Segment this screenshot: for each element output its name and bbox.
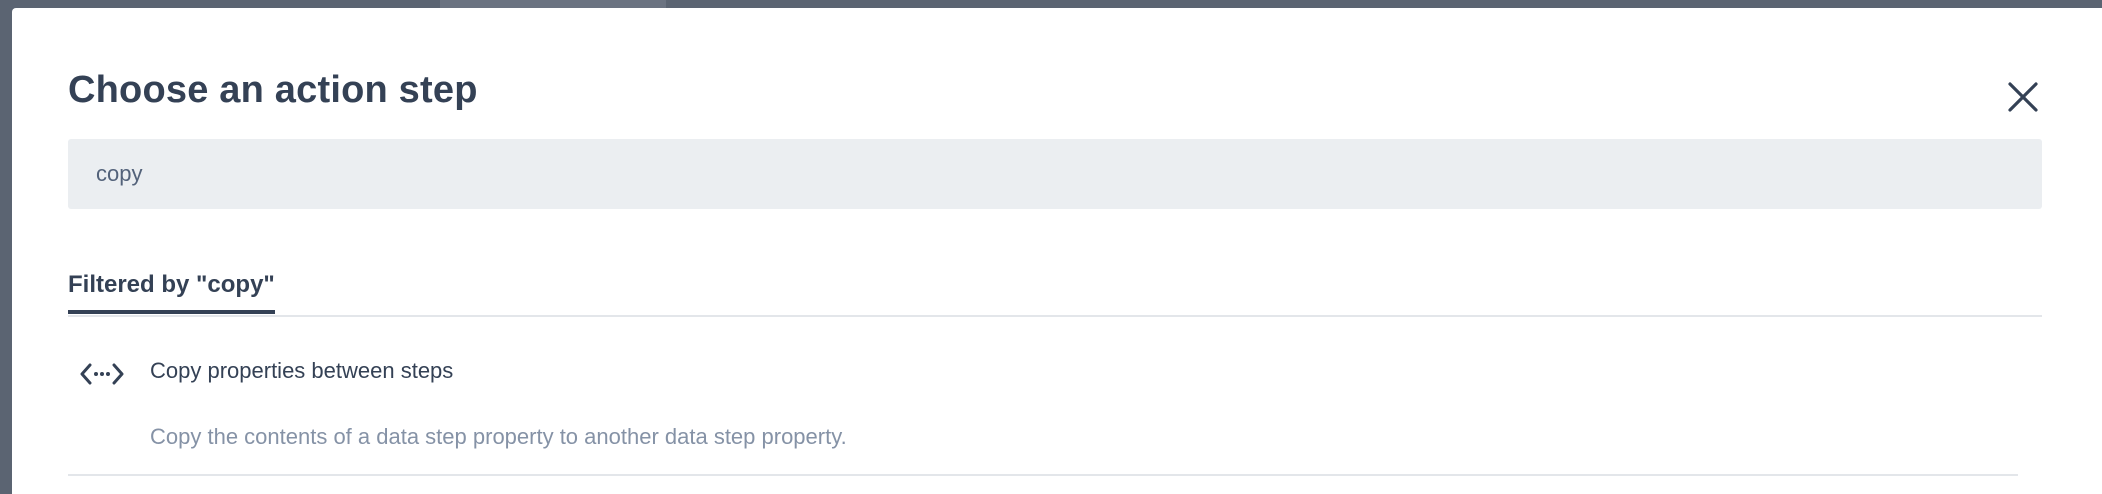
result-item-copy-properties[interactable]: Copy properties between steps Copy the c…	[68, 346, 2018, 476]
modal-title: Choose an action step	[68, 69, 478, 111]
close-icon	[2008, 82, 2038, 112]
tab-filtered[interactable]: Filtered by "copy"	[68, 265, 275, 314]
filter-tabs: Filtered by "copy"	[68, 265, 2042, 317]
action-step-modal: Choose an action step Filtered by "copy"…	[12, 8, 2102, 494]
result-title: Copy properties between steps	[150, 358, 454, 383]
code-dots-icon	[80, 360, 124, 388]
result-description: Copy the contents of a data step propert…	[150, 424, 847, 449]
close-button[interactable]	[2006, 80, 2040, 114]
search-input[interactable]	[68, 139, 2042, 209]
backdrop	[440, 0, 666, 8]
search-box	[68, 139, 2042, 209]
